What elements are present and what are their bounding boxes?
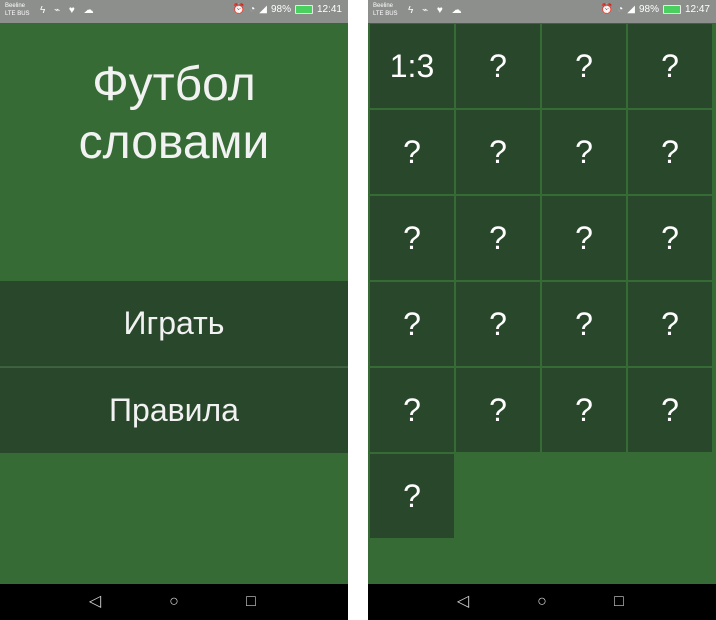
app-title-line1: Футбол	[92, 58, 256, 111]
battery-percent: 98%	[270, 4, 291, 15]
clock: 12:47	[684, 4, 710, 15]
level-cell[interactable]: ?	[542, 110, 626, 194]
level-cell[interactable]: ?	[370, 196, 454, 280]
wifi-icon: ◔	[617, 4, 624, 15]
recents-icon[interactable]: □	[242, 593, 260, 611]
battery-icon	[662, 5, 681, 14]
level-cell[interactable]: ?	[628, 110, 712, 194]
battery-icon	[294, 5, 313, 14]
network-type: LTE BUS	[373, 11, 398, 17]
signal-icon: ◢	[627, 4, 635, 15]
status-bar: Beeline LTE BUS ϟ ⌁ ♥ ☁ ⏰ ◔ ◢ 98% 12:41	[0, 0, 348, 23]
navigation-bar: ◁ ○ □	[368, 584, 716, 620]
level-cell[interactable]: ?	[370, 282, 454, 366]
level-cell[interactable]: ?	[628, 282, 712, 366]
carrier-name: Beeline	[373, 3, 394, 9]
level-cell[interactable]: ?	[628, 368, 712, 452]
level-cell[interactable]: ?	[456, 24, 540, 108]
app-title: Футбол словами	[0, 56, 348, 172]
level-cell[interactable]: ?	[542, 282, 626, 366]
level-cell[interactable]: ?	[628, 196, 712, 280]
network-type: LTE BUS	[5, 11, 30, 17]
play-button[interactable]: Играть	[0, 281, 348, 367]
level-cell[interactable]: ?	[456, 110, 540, 194]
back-icon[interactable]: ◁	[454, 593, 472, 611]
notification-icons: ϟ ⌁ ♥ ☁	[40, 5, 97, 16]
level-cell[interactable]: ?	[370, 110, 454, 194]
wifi-icon: ◔	[249, 4, 256, 15]
main-menu-screen: Beeline LTE BUS ϟ ⌁ ♥ ☁ ⏰ ◔ ◢ 98% 12:41 …	[0, 0, 348, 620]
clock: 12:41	[316, 4, 342, 15]
level-cell[interactable]: ?	[628, 24, 712, 108]
play-button-label: Играть	[123, 305, 225, 341]
alarm-icon: ⏰	[600, 4, 614, 15]
level-cell[interactable]: ?	[542, 196, 626, 280]
status-right: ⏰ ◔ ◢ 98% 12:47	[601, 4, 710, 15]
carrier-name: Beeline	[5, 3, 26, 9]
level-cell[interactable]: ?	[456, 282, 540, 366]
recents-icon[interactable]: □	[610, 593, 628, 611]
home-icon[interactable]: ○	[165, 593, 183, 611]
level-cell[interactable]: ?	[370, 454, 454, 538]
level-cell[interactable]: ?	[542, 368, 626, 452]
status-right: ⏰ ◔ ◢ 98% 12:41	[233, 4, 342, 15]
level-cell[interactable]: ?	[456, 196, 540, 280]
level-cell[interactable]: ?	[370, 368, 454, 452]
level-cell[interactable]: ?	[456, 368, 540, 452]
level-cell[interactable]: 1:3	[370, 24, 454, 108]
rules-button-label: Правила	[109, 392, 239, 428]
carrier-info: Beeline LTE BUS	[373, 2, 398, 18]
navigation-bar: ◁ ○ □	[0, 584, 348, 620]
carrier-info: Beeline LTE BUS	[5, 2, 30, 18]
app-title-line2: словами	[78, 116, 270, 169]
alarm-icon: ⏰	[232, 4, 246, 15]
level-select-screen: Beeline LTE BUS ϟ ⌁ ♥ ☁ ⏰ ◔ ◢ 98% 12:47 …	[368, 0, 716, 620]
signal-icon: ◢	[259, 4, 267, 15]
notification-icons: ϟ ⌁ ♥ ☁	[408, 5, 465, 16]
battery-percent: 98%	[638, 4, 659, 15]
rules-button[interactable]: Правила	[0, 368, 348, 453]
level-cell[interactable]: ?	[542, 24, 626, 108]
status-bar: Beeline LTE BUS ϟ ⌁ ♥ ☁ ⏰ ◔ ◢ 98% 12:47	[368, 0, 716, 23]
home-icon[interactable]: ○	[533, 593, 551, 611]
back-icon[interactable]: ◁	[86, 593, 104, 611]
